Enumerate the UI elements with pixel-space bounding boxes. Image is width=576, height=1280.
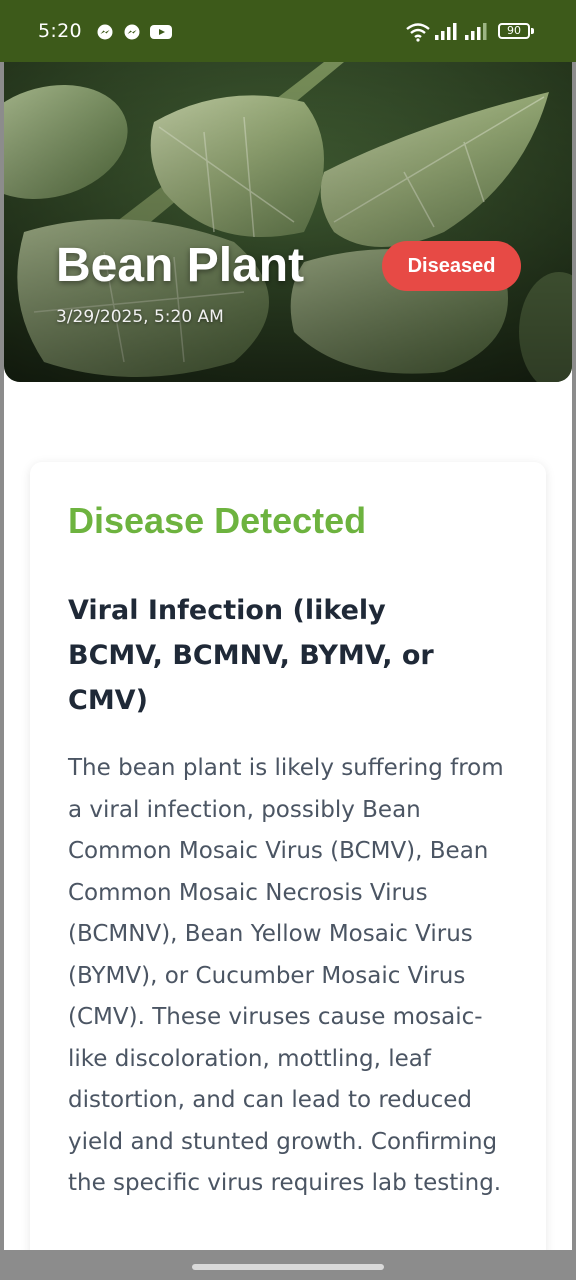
disease-name: Viral Infection (likely BCMV, BCMNV, BYM… [68, 595, 434, 716]
plant-name: Bean Plant [56, 239, 305, 292]
messenger-icon [124, 24, 140, 40]
signal-icon [435, 23, 457, 40]
status-time: 5:20 [38, 20, 82, 42]
disease-description: The bean plant is likely suffering from … [68, 755, 504, 1196]
bean-leaf-photo [4, 62, 572, 382]
app-screen: Bean Plant 3/29/2025, 5:20 AM Diseased D… [4, 62, 572, 1250]
card-heading: Disease Detected [68, 500, 367, 541]
scan-timestamp: 3/29/2025, 5:20 AM [56, 307, 224, 327]
signal-icon [465, 23, 487, 40]
diagnosis-card: Disease Detected Viral Infection (likely… [30, 462, 546, 1250]
home-indicator[interactable] [192, 1264, 384, 1270]
messenger-icon [97, 24, 113, 40]
plant-hero-image: Bean Plant 3/29/2025, 5:20 AM Diseased [4, 62, 572, 382]
battery-icon: 90 [498, 23, 530, 39]
status-badge: Diseased [382, 241, 521, 291]
battery-tip [531, 28, 534, 34]
wifi-icon [406, 23, 430, 42]
navigation-bar [0, 1250, 576, 1280]
battery-level: 90 [507, 24, 521, 37]
youtube-icon [150, 25, 172, 39]
status-bar: 5:20 90 [0, 0, 576, 62]
